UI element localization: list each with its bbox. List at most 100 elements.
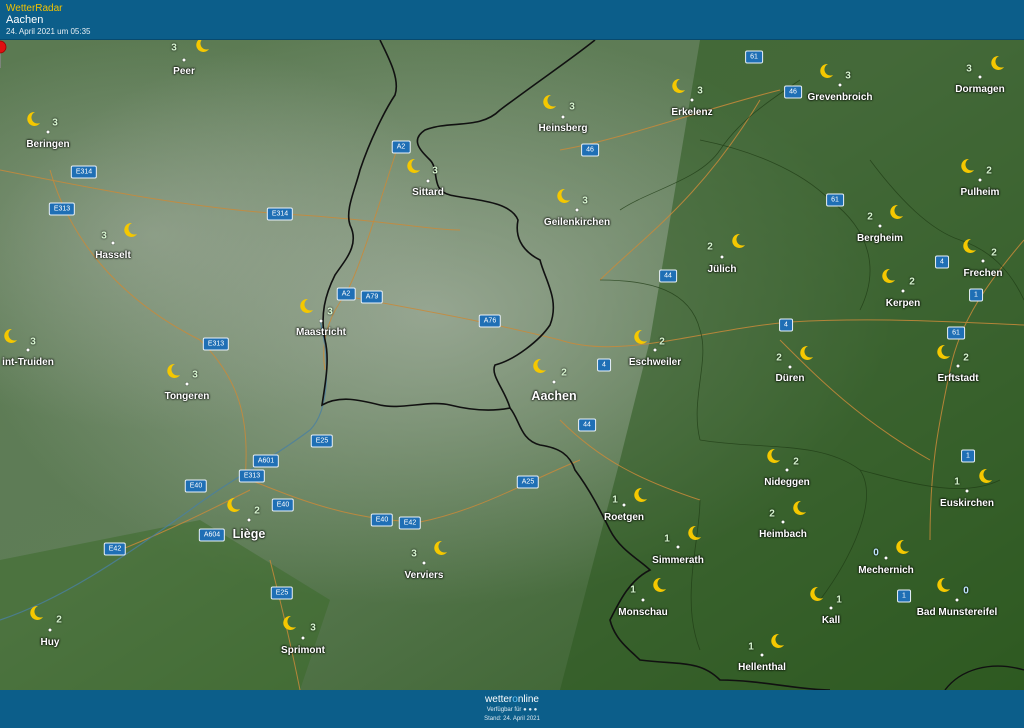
road-shield: E25 [270,586,294,600]
timestamp: 24. April 2021 um 05:35 [6,27,91,36]
city-label: Liège [232,527,266,541]
city-dot [48,628,52,632]
city-label: Aachen [531,389,577,403]
moon-icon [769,633,785,649]
city-dot [26,348,30,352]
moon-icon [25,111,41,127]
city-dot [676,545,680,549]
road-shield: E42 [103,542,127,556]
city-dot [561,115,565,119]
moon-icon [225,497,241,513]
moon-icon [432,540,448,556]
moon-icon [880,268,896,284]
moon-icon [122,222,138,238]
road-shield: 46 [784,85,802,99]
city-dot [301,636,305,640]
city-dot [111,241,115,245]
city-label: Beringen [26,139,70,150]
city-dot [978,75,982,79]
moon-icon [165,363,181,379]
moon-icon [632,487,648,503]
city-label: int-Truiden [2,357,54,368]
city-value: 2 [561,367,567,379]
moon-icon [935,577,951,593]
moon-icon [977,468,993,484]
moon-icon [765,448,781,464]
city-dot [622,503,626,507]
road-shield: E40 [370,513,394,527]
city-value: 1 [954,476,960,488]
city-label: Hellenthal [738,662,786,673]
city-value: 2 [56,614,62,626]
city-dot [641,598,645,602]
moon-icon [541,94,557,110]
city-label: Düren [775,373,805,384]
road-shield: E313 [202,337,230,351]
city-dot [829,606,833,610]
city-dot [319,319,323,323]
city-value: 2 [769,508,775,520]
city-label: Maastricht [295,327,347,338]
city-dot [838,83,842,87]
city-dot [781,520,785,524]
city-dot [552,380,556,384]
road-shield: E42 [398,516,422,530]
moon-icon [651,577,667,593]
moon-icon [818,63,834,79]
location-name: Aachen [6,14,44,26]
city-label: Roetgen [604,512,644,523]
brand-suffix: nline [517,694,539,705]
moon-icon [281,615,297,631]
road-shield: 44 [659,269,677,283]
city-dot [884,556,888,560]
city-label: Sprimont [281,645,325,656]
road-shield: 1 [969,288,983,302]
city-label: Nideggen [764,477,810,488]
app-title: WetterRadar [6,3,63,14]
availability-text: Verfügbar für ● ● ● [486,707,538,713]
city-label: Dormagen [955,84,1005,95]
road-shield: E314 [70,165,98,179]
city-label: Erftstadt [937,373,979,384]
city-label: Simmerath [652,555,704,566]
city-label: Huy [40,637,60,648]
road-shield: 4 [779,318,793,332]
city-value: 3 [966,63,972,75]
city-value: 2 [254,505,260,517]
city-value: 2 [909,276,915,288]
map-background [0,40,1024,690]
moon-icon [28,605,44,621]
city-value: 3 [310,622,316,634]
radar-map[interactable]: 3 Peer 3 Beringen 3 Hasselt 3 int-Truiden 3 Tonge… [0,40,1024,690]
city-label: Tongeren [164,391,210,402]
road-shield: E314 [266,207,294,221]
road-shield: A2 [391,140,411,154]
city-value: 0 [963,585,969,597]
road-shield: E25 [310,434,334,448]
moon-icon [808,586,824,602]
moon-icon [791,500,807,516]
city-label: Jülich [707,264,737,275]
city-label: Heinsberg [538,123,588,134]
city-label: Geilenkirchen [543,217,611,228]
city-value: 3 [411,548,417,560]
city-dot [247,518,251,522]
city-label: Erkelenz [671,107,713,118]
city-value: 3 [30,336,36,348]
city-label: Kall [821,615,841,626]
city-value: 2 [793,456,799,468]
road-shield: 46 [581,143,599,157]
city-dot [182,58,186,62]
city-dot [46,130,50,134]
stand-text: Stand: 24. April 2021 [484,716,540,722]
city-dot [690,98,694,102]
city-value: 1 [836,594,842,606]
road-shield: A604 [198,528,226,542]
moon-icon [959,158,975,174]
city-label: Eschweiler [628,357,682,368]
city-label: Pulheim [960,187,1000,198]
moon-icon [798,345,814,361]
city-label: Kerpen [885,298,921,309]
location-pin-icon [0,40,7,68]
moon-icon [531,358,547,374]
